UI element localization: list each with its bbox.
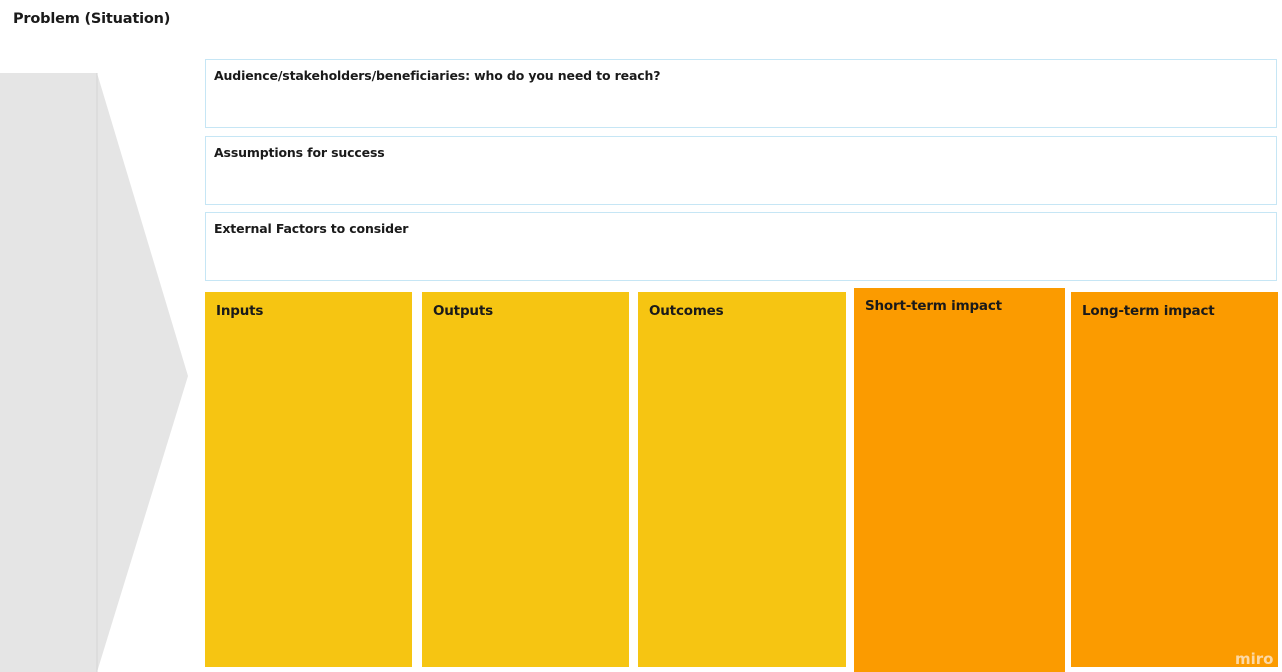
short-term-impact-label: Short-term impact bbox=[865, 298, 1002, 314]
outcomes-label: Outcomes bbox=[649, 303, 724, 319]
inputs-label: Inputs bbox=[216, 303, 264, 319]
long-term-impact-label: Long-term impact bbox=[1082, 303, 1215, 319]
external-factors-label: External Factors to consider bbox=[214, 221, 409, 236]
problem-arrow-body bbox=[0, 73, 188, 672]
assumptions-label: Assumptions for success bbox=[214, 145, 385, 160]
audience-label: Audience/stakeholders/beneficiaries: who… bbox=[214, 68, 661, 83]
outcomes-column[interactable]: Outcomes bbox=[638, 292, 846, 667]
miro-watermark: miro bbox=[1235, 650, 1274, 668]
problem-arrow-shape bbox=[0, 73, 188, 672]
external-factors-box[interactable]: External Factors to consider bbox=[205, 212, 1277, 281]
short-term-impact-column[interactable]: Short-term impact bbox=[854, 288, 1065, 672]
inputs-column[interactable]: Inputs bbox=[205, 292, 412, 667]
long-term-impact-column[interactable]: Long-term impact bbox=[1071, 292, 1278, 667]
assumptions-box[interactable]: Assumptions for success bbox=[205, 136, 1277, 205]
outputs-column[interactable]: Outputs bbox=[422, 292, 629, 667]
outputs-label: Outputs bbox=[433, 303, 493, 319]
audience-box[interactable]: Audience/stakeholders/beneficiaries: who… bbox=[205, 59, 1277, 128]
